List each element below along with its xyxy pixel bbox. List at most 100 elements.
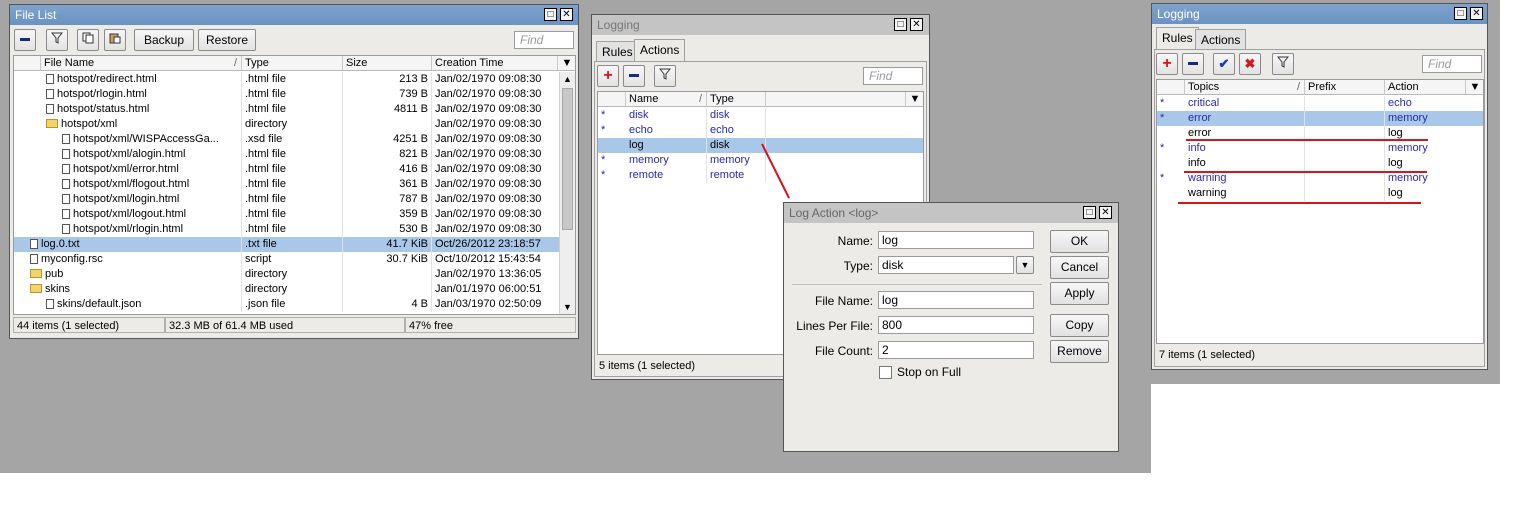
filter-button[interactable] [46, 29, 68, 51]
table-row[interactable]: warning log [1157, 186, 1483, 201]
table-row[interactable]: hotspot/xml/flogout.html .html file 361 BJ… [14, 177, 561, 192]
find-input[interactable]: Find [514, 31, 574, 49]
table-row[interactable]: log.0.txt .txt file 41.7 KiB Oct/26/2012 23… [14, 237, 561, 252]
table-row[interactable]: pub directory Jan/02/1970 13:36:05 [14, 267, 561, 282]
tab-rules[interactable]: Rules [596, 41, 639, 61]
filter-button[interactable] [1272, 53, 1294, 75]
column-menu-button[interactable]: ▼ [906, 92, 923, 107]
find-input[interactable]: Find [1422, 55, 1482, 73]
scrollbar[interactable]: ▲ ▼ [559, 72, 575, 314]
type-select[interactable]: disk [878, 256, 1014, 274]
logging-titlebar[interactable]: Logging [1152, 4, 1487, 24]
scroll-up-arrow[interactable]: ▲ [560, 74, 575, 84]
tab-rules[interactable]: Rules [1156, 27, 1199, 49]
remove-button[interactable] [1182, 53, 1204, 75]
cancel-button[interactable]: Cancel [1050, 256, 1109, 279]
table-row[interactable]: skins/default.json .json file 4 B Jan/03/19… [14, 297, 561, 312]
logging-titlebar[interactable]: Logging [592, 15, 929, 35]
table-row[interactable]: * info memory [1157, 141, 1483, 156]
close-icon[interactable]: ✕ [910, 18, 923, 31]
column-header-topics[interactable]: Topics / [1185, 80, 1305, 95]
column-menu-button[interactable]: ▼ [1466, 80, 1483, 95]
backup-button[interactable]: Backup [134, 29, 194, 51]
copy-button[interactable] [77, 29, 99, 51]
table-row[interactable]: hotspot/xml/login.html .html file 787 B Jan… [14, 192, 561, 207]
maximize-icon[interactable]: □ [1083, 206, 1096, 219]
remove-button[interactable]: Remove [1050, 340, 1109, 363]
stop-on-full-label: Stop on Full [897, 365, 962, 379]
column-header-type[interactable]: Type [242, 56, 343, 71]
add-button[interactable]: + [1156, 53, 1178, 75]
column-header-type[interactable]: Type [707, 92, 766, 107]
restore-button[interactable]: Restore [198, 29, 256, 51]
table-row[interactable]: * critical echo [1157, 96, 1483, 111]
separator [792, 284, 1042, 285]
name-field[interactable]: log [878, 231, 1034, 249]
table-row[interactable]: hotspot/rlogin.html .html file 739 B Jan/02… [14, 87, 561, 102]
column-header-file-name[interactable]: File Name / [41, 56, 242, 71]
column-header-prefix[interactable]: Prefix [1305, 80, 1385, 95]
file-name: myconfig.rsc [41, 253, 103, 265]
close-icon[interactable]: ✕ [1470, 7, 1483, 20]
close-icon[interactable]: ✕ [1099, 206, 1112, 219]
remove-button[interactable] [623, 65, 645, 87]
enable-button[interactable]: ✔ [1213, 53, 1235, 75]
scroll-thumb[interactable] [562, 88, 573, 230]
column-header-action[interactable]: Action [1385, 80, 1466, 95]
table-row[interactable]: hotspot/xml/error.html .html file 416 B Jan… [14, 162, 561, 177]
column-header-creation-time[interactable]: Creation Time [432, 56, 558, 71]
lines-per-file-field[interactable]: 800 [878, 316, 1034, 334]
column-menu-button[interactable]: ▼ [558, 56, 575, 71]
maximize-icon[interactable]: □ [1454, 7, 1467, 20]
filter-icon [50, 32, 64, 44]
file-list-titlebar[interactable]: File List [10, 5, 578, 25]
close-icon[interactable]: ✕ [560, 8, 573, 21]
file-name-field[interactable]: log [878, 291, 1034, 309]
type-dropdown-button[interactable]: ▼ [1016, 256, 1034, 274]
remove-button[interactable] [14, 29, 36, 51]
copy-button[interactable]: Copy [1050, 314, 1109, 337]
table-row[interactable]: myconfig.rsc script 30.7 KiB Oct/10/2012 15… [14, 252, 561, 267]
file-icon [46, 299, 54, 309]
table-row[interactable]: * error memory [1157, 111, 1483, 126]
table-row[interactable]: hotspot/xml directory Jan/02/1970 09:08:30 [14, 117, 561, 132]
disable-button[interactable]: ✖ [1239, 53, 1261, 75]
file-icon [62, 224, 70, 234]
table-row[interactable]: * disk disk [598, 108, 923, 123]
table-row[interactable]: info log [1157, 156, 1483, 171]
table-row[interactable]: * warning memory [1157, 171, 1483, 186]
table-row[interactable]: skins directory Jan/01/1970 06:00:51 [14, 282, 561, 297]
table-row[interactable]: hotspot/xml/alogin.html .html file 821 B Ja… [14, 147, 561, 162]
table-row[interactable]: hotspot/redirect.html .html file 213 B Jan/… [14, 72, 561, 87]
filter-button[interactable] [654, 65, 676, 87]
stop-on-full-checkbox[interactable] [879, 366, 892, 379]
column-header-size[interactable]: Size [343, 56, 432, 71]
column-header-filler [766, 92, 906, 107]
maximize-icon[interactable]: □ [894, 18, 907, 31]
dialog-titlebar[interactable]: Log Action <log> [784, 203, 1118, 223]
column-header-name[interactable]: Name / [626, 92, 707, 107]
apply-button[interactable]: Apply [1050, 282, 1109, 305]
table-row[interactable]: * echo echo [598, 123, 923, 138]
table-row[interactable]: hotspot/xml/rlogin.html .html file 530 B Ja… [14, 222, 561, 237]
table-row[interactable]: hotspot/status.html .html file 4811 B Jan/0… [14, 102, 561, 117]
tab-actions[interactable]: Actions [1195, 29, 1247, 49]
default-marker [1157, 126, 1185, 141]
table-row[interactable]: hotspot/xml/logout.html .html file 359 B Ja… [14, 207, 561, 222]
action-name: remote [626, 168, 707, 183]
file-name-label: File Name: [814, 294, 873, 308]
ok-button[interactable]: OK [1050, 230, 1109, 253]
default-marker: * [1160, 142, 1165, 154]
paste-button[interactable] [104, 29, 126, 51]
find-input[interactable]: Find [863, 67, 923, 85]
file-size [343, 267, 432, 282]
maximize-icon[interactable]: □ [544, 8, 557, 21]
add-button[interactable]: + [597, 65, 619, 87]
table-row[interactable]: hotspot/xml/WISPAccessGa... .xsd file 4251… [14, 132, 561, 147]
scroll-down-arrow[interactable]: ▼ [560, 302, 575, 312]
logging-rules-window: Logging □ ✕ Rules Actions + ✔ ✖ Find Top… [1151, 3, 1488, 370]
file-count-field[interactable]: 2 [878, 341, 1034, 359]
copy-icon [82, 32, 94, 44]
default-marker: * [601, 169, 606, 181]
tab-actions[interactable]: Actions [634, 39, 686, 61]
